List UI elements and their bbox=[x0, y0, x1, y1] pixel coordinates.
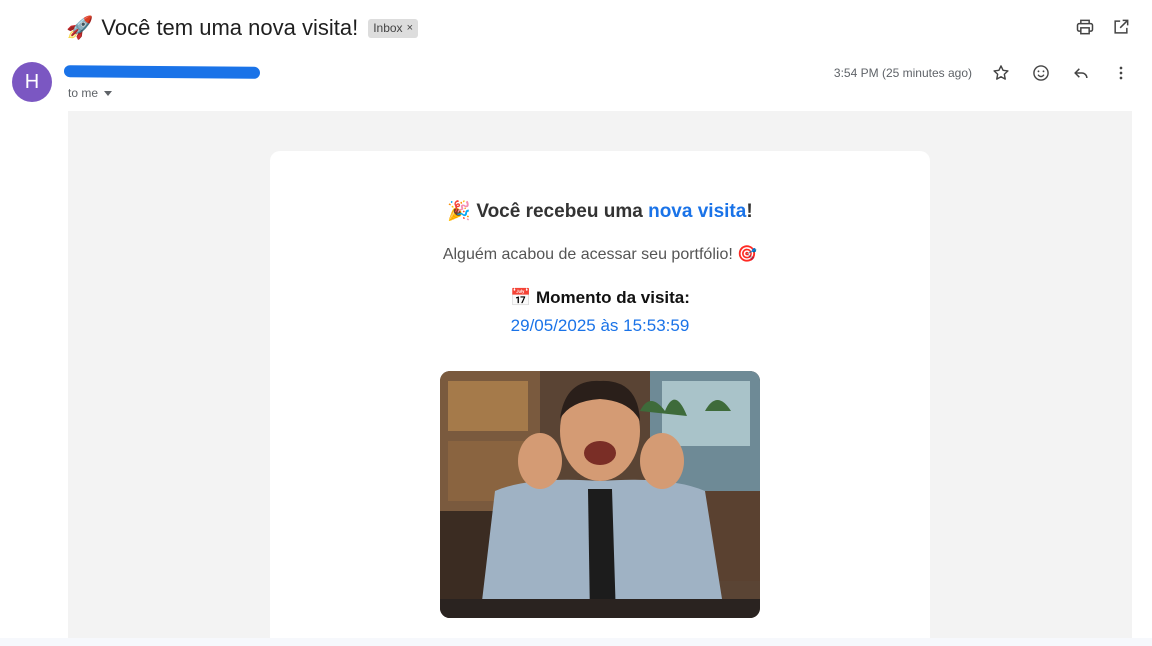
star-icon[interactable] bbox=[990, 62, 1012, 84]
avatar[interactable]: H bbox=[12, 62, 52, 102]
bottom-strip bbox=[0, 638, 1152, 646]
remove-label-icon[interactable]: × bbox=[407, 22, 413, 34]
email-card: 🎉 Você recebeu uma nova visita! Alguém a… bbox=[270, 151, 930, 646]
recipient-text: to me bbox=[68, 86, 99, 100]
thread-actions bbox=[1074, 16, 1132, 38]
headline: 🎉 Você recebeu uma nova visita! bbox=[270, 199, 930, 223]
subject-row: 🚀 Você tem uma nova visita! Inbox × bbox=[66, 12, 418, 44]
more-vert-icon[interactable] bbox=[1110, 62, 1132, 84]
print-icon[interactable] bbox=[1074, 16, 1096, 38]
rocket-icon: 🚀 bbox=[66, 15, 94, 40]
message-actions bbox=[990, 62, 1132, 84]
headline-accent: nova visita bbox=[648, 201, 747, 222]
inbox-label-text: Inbox bbox=[373, 21, 403, 35]
open-in-new-icon[interactable] bbox=[1110, 16, 1132, 38]
email-subject: Você tem uma nova visita! bbox=[101, 15, 359, 40]
visit-moment-value: 29/05/2025 às 15:53:59 bbox=[510, 316, 690, 335]
timestamp: 3:54 PM (25 minutes ago) bbox=[833, 66, 972, 80]
inbox-label-chip[interactable]: Inbox × bbox=[368, 18, 418, 38]
celebration-gif bbox=[440, 371, 760, 618]
headline-suffix: ! bbox=[746, 201, 753, 222]
recipient-details-toggle[interactable]: to me bbox=[68, 86, 113, 100]
subtitle: Alguém acabou de acessar seu portfólio! … bbox=[442, 246, 758, 263]
headline-prefix: Você recebeu uma bbox=[476, 201, 649, 222]
party-popper-icon: 🎉 bbox=[447, 201, 472, 222]
emoji-icon[interactable] bbox=[1030, 62, 1052, 84]
sender-name-redacted bbox=[63, 65, 261, 79]
visit-moment-label: 📅 Momento da visita: bbox=[510, 288, 690, 307]
caret-down-icon bbox=[104, 90, 113, 96]
reply-icon[interactable] bbox=[1070, 62, 1092, 84]
